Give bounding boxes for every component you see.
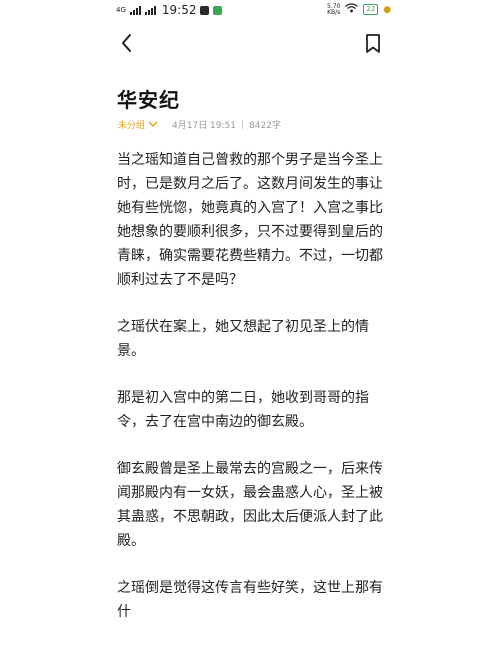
bookmark-icon xyxy=(366,34,380,53)
word-count: 8422字 xyxy=(249,121,281,131)
article-body: 当之瑶知道自己曾救的那个男子是当今圣上时，已是数月之后了。这数月间发生的事让她有… xyxy=(117,148,387,647)
battery-icon: 22 xyxy=(363,4,379,15)
category-label: 未分组 xyxy=(118,121,146,131)
bookmark-button[interactable] xyxy=(362,32,384,56)
app-notification-icon xyxy=(200,5,210,15)
article-title: 华安纪 xyxy=(117,88,180,112)
status-right: 5.70 KB/s 22 ● xyxy=(327,3,391,16)
paragraph: 御玄殿曾是圣上最常去的宫殿之一，后来传闻那殿内有一女妖，最会蛊惑人心，圣上被其蛊… xyxy=(117,461,383,549)
category-dropdown[interactable]: 未分组 xyxy=(118,118,158,131)
signal-icon xyxy=(129,5,141,15)
paragraph: 之瑶倒是觉得这传言有些好笑，这世上那有什 xyxy=(117,580,383,620)
power-saving-icon: ● xyxy=(383,4,392,15)
chevron-left-icon xyxy=(122,34,131,52)
wechat-icon xyxy=(213,5,223,15)
article-date: 4月17日 19:51 xyxy=(172,121,236,131)
network-speed: 5.70 KB/s xyxy=(327,2,341,16)
nav-bar xyxy=(0,28,500,60)
article-meta: 未分组 4月17日 19:51 | 8422字 xyxy=(118,118,281,132)
status-left: 4G 19:52 xyxy=(116,3,223,17)
wifi-icon xyxy=(345,3,359,16)
clock: 19:52 xyxy=(161,3,197,17)
chevron-down-icon xyxy=(148,121,158,127)
meta-separator: | xyxy=(241,119,245,130)
back-button[interactable] xyxy=(116,30,138,56)
paragraph: 当之瑶知道自己曾救的那个男子是当今圣上时，已是数月之后了。这数月间发生的事让她有… xyxy=(117,152,383,288)
paragraph: 那是初入宫中的第二日，她收到哥哥的指令，去了在宫中南边的御玄殿。 xyxy=(117,390,369,430)
paragraph: 之瑶伏在案上，她又想起了初见圣上的情景。 xyxy=(117,319,369,359)
network-type: 4G xyxy=(116,5,126,14)
status-bar: 4G 19:52 5.70 KB/s 22 ● xyxy=(0,0,500,24)
signal-icon-2 xyxy=(144,5,156,15)
